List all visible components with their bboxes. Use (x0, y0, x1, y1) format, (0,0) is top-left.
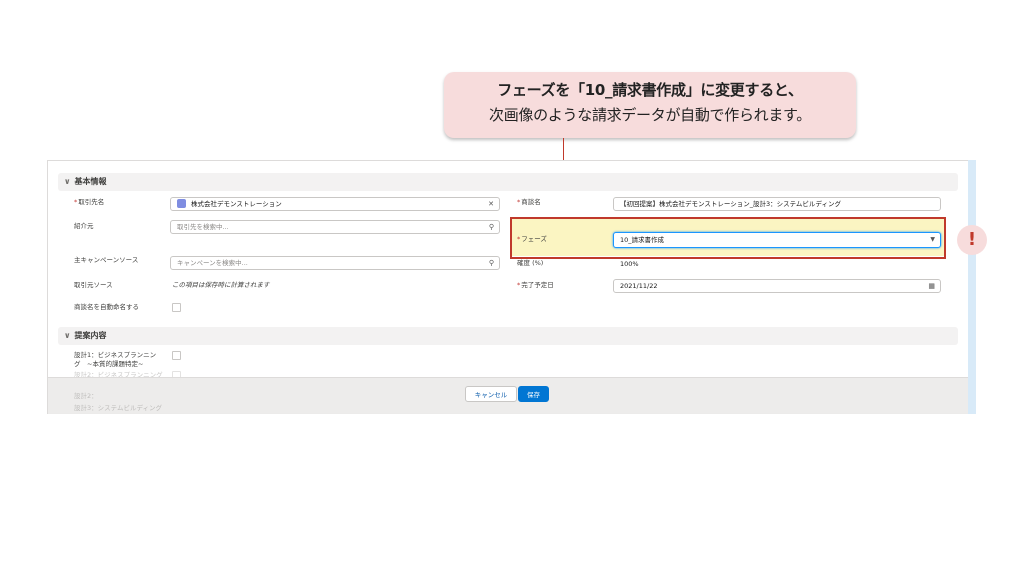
design3-label-partial: 設計3：システムビルディング (74, 404, 162, 412)
clear-icon[interactable]: ✕ (488, 198, 494, 210)
probability-value: 100% (620, 260, 639, 268)
auto-name-label: 商談名を自動命名する (74, 303, 139, 311)
cancel-button[interactable]: キャンセル (465, 386, 517, 402)
campaign-lookup[interactable]: キャンペーンを検索中... ⚲ (170, 256, 500, 270)
lead-source-label: 取引元ソース (74, 281, 113, 289)
section-title: 基本情報 (74, 177, 107, 186)
required-mark: * (74, 198, 78, 206)
account-field[interactable]: 株式会社デモンストレーション ✕ (170, 197, 500, 211)
account-label-text: 取引先名 (78, 198, 105, 206)
section-header-basic-info[interactable]: ∨ 基本情報 (58, 173, 958, 191)
design1-label: 設計1：ビジネスプランニン グ ~本質的課題特定~ (74, 351, 156, 369)
probability-label: 確度 (%) (517, 259, 544, 267)
auto-name-checkbox[interactable] (172, 303, 181, 312)
design2-label-partial2: 設計2： (74, 392, 98, 400)
opp-name-value: 【初回提案】株式会社デモンストレーション_設計3：システムビルディング (620, 200, 841, 208)
account-value: 株式会社デモンストレーション (191, 200, 282, 208)
chevron-down-icon: ∨ (64, 177, 71, 186)
calendar-icon[interactable]: ▦ (928, 280, 935, 292)
required-mark: * (517, 198, 521, 206)
opp-name-label: *商談名 (517, 198, 541, 207)
design1-checkbox[interactable] (172, 351, 181, 360)
annotation-callout: フェーズを「10_請求書作成」に変更すると、 次画像のような請求データが自動で作… (444, 72, 856, 138)
campaign-placeholder: キャンペーンを検索中... (177, 259, 248, 267)
referrer-placeholder: 取引先を検索中... (177, 223, 229, 231)
opp-name-field[interactable]: 【初回提案】株式会社デモンストレーション_設計3：システムビルディング (613, 197, 941, 211)
account-label: *取引先名 (74, 198, 104, 207)
chevron-down-icon: ∨ (64, 331, 71, 340)
required-mark: * (517, 281, 521, 289)
referrer-lookup[interactable]: 取引先を検索中... ⚲ (170, 220, 500, 234)
search-icon: ⚲ (488, 259, 494, 267)
referrer-label: 紹介元 (74, 222, 94, 230)
opp-name-label-text: 商談名 (521, 198, 541, 206)
phase-annotation-box (510, 217, 946, 259)
close-date-value: 2021/11/22 (620, 282, 658, 290)
search-icon: ⚲ (488, 223, 494, 231)
close-date-label: *完了予定日 (517, 281, 554, 290)
campaign-label: 主キャンペーンソース (74, 256, 139, 264)
callout-line1: フェーズを「10_請求書作成」に変更すると、 (497, 81, 803, 99)
callout-line2: 次画像のような請求データが自動で作られます。 (489, 106, 811, 124)
close-date-label-text: 完了予定日 (521, 281, 554, 289)
scrollbar[interactable] (968, 160, 976, 414)
lead-source-note: この項目は保存時に計算されます (172, 281, 270, 289)
exclamation-icon: ! (957, 225, 987, 255)
section-header-proposal[interactable]: ∨ 提案内容 (58, 327, 958, 345)
close-date-field[interactable]: 2021/11/22 ▦ (613, 279, 941, 293)
account-icon (177, 198, 186, 208)
section-title: 提案内容 (74, 331, 107, 340)
design1-label-line1: 設計1：ビジネスプランニン (74, 351, 157, 359)
save-button[interactable]: 保存 (518, 386, 549, 402)
design1-label-line2: グ ~本質的課題特定~ (74, 360, 144, 368)
